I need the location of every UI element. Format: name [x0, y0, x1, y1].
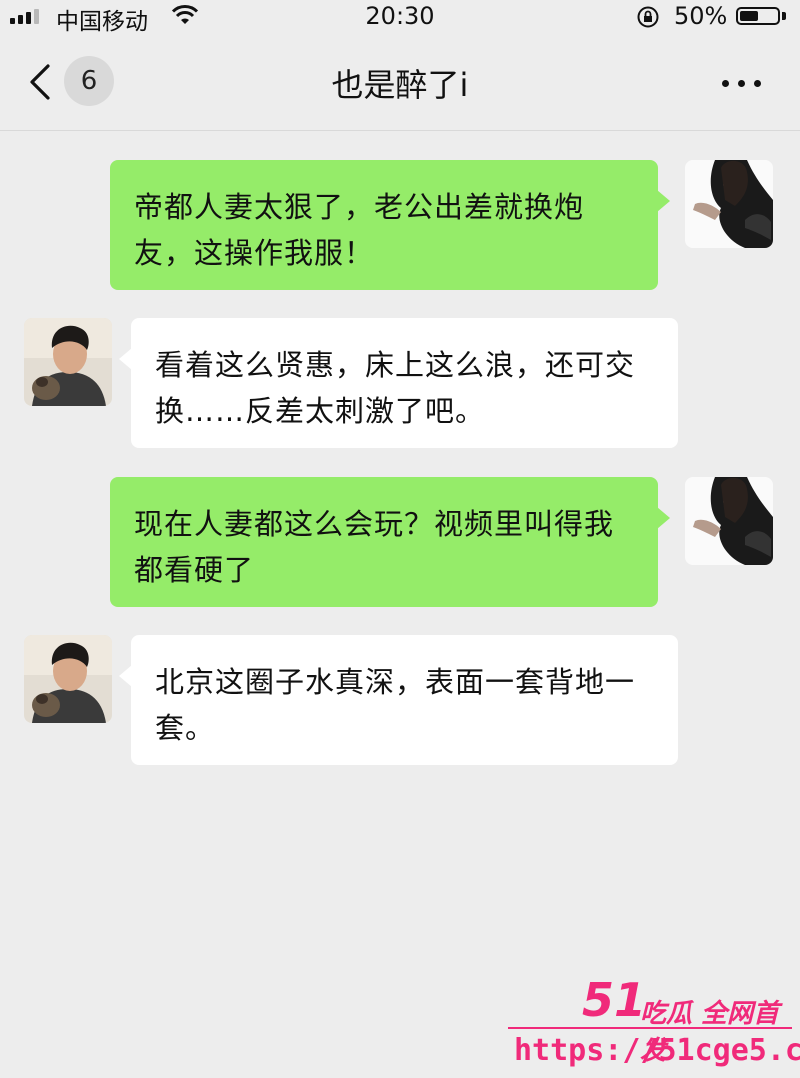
message-line: 换……反差太刺激了吧。: [155, 394, 486, 428]
message-bubble[interactable]: 看着这么贤惠，床上这么浪，还可交 换……反差太刺激了吧。: [119, 318, 678, 448]
more-options-button[interactable]: [712, 64, 772, 104]
self-avatar[interactable]: [685, 160, 773, 248]
message-bubble[interactable]: 现在人妻都这么会玩？视频里叫得我 都看硬了: [110, 477, 670, 607]
battery-cap: [782, 12, 786, 20]
status-bar: 中国移动 20:30 50%: [0, 0, 800, 35]
message-bubble[interactable]: 帝都人妻太狠了，老公出差就换炮 友，这操作我服！: [110, 160, 670, 290]
more-dots-icon: [722, 80, 729, 87]
message-line: 看着这么贤惠，床上这么浪，还可交: [155, 348, 636, 382]
rotation-lock-icon: [636, 5, 660, 35]
battery-icon: [736, 7, 780, 25]
message-line: 现在人妻都这么会玩？视频里叫得我: [134, 507, 615, 541]
chat-header: 6 也是醉了i: [0, 34, 800, 131]
watermark-number: 51: [582, 973, 647, 1027]
battery-level: [740, 11, 758, 21]
message-line: 友，这操作我服！: [134, 236, 375, 270]
self-avatar[interactable]: [685, 477, 773, 565]
message-line: 都看硬了: [134, 553, 255, 587]
message-line: 套。: [155, 711, 216, 745]
watermark-divider: [508, 1027, 792, 1029]
watermark-url: https://51cge5.com: [514, 1033, 800, 1068]
chat-title: 也是醉了i: [331, 66, 469, 104]
message-line: 北京这圈子水真深，表面一套背地一: [155, 665, 636, 699]
message-line: 帝都人妻太狠了，老公出差就换炮: [134, 190, 585, 224]
contact-avatar[interactable]: [24, 635, 112, 723]
contact-avatar[interactable]: [24, 318, 112, 406]
watermark: 51 吃瓜 全网首发 https://51cge5.com: [500, 973, 800, 1078]
message-bubble[interactable]: 北京这圈子水真深，表面一套背地一 套。: [119, 635, 678, 765]
battery-percent: 50%: [674, 2, 728, 30]
